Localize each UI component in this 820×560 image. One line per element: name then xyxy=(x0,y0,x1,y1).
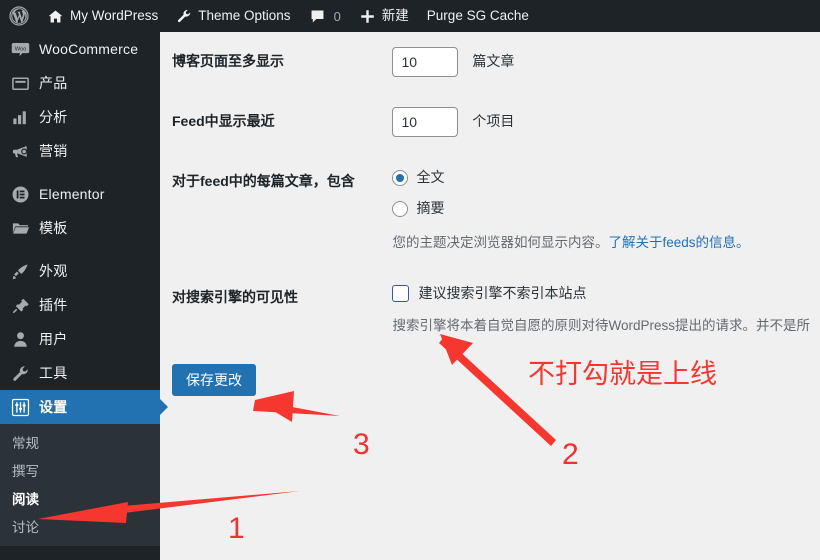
analytics-bars-icon xyxy=(10,107,30,127)
sidebar-item-tools[interactable]: 工具 xyxy=(0,356,160,390)
sidebar-item-analytics-label: 分析 xyxy=(39,110,67,124)
adminbar-purge-sg-cache[interactable]: Purge SG Cache xyxy=(418,0,538,32)
appearance-brush-icon xyxy=(10,261,30,281)
feed-option-excerpt[interactable]: 摘要 xyxy=(392,198,810,219)
feed-content-control: 全文 摘要 您的主题决定浏览器如何显示内容。了解关于feeds的信息。 xyxy=(382,152,820,268)
posts-per-page-control: 篇文章 xyxy=(382,32,820,92)
adminbar-purge-sg-cache-label: Purge SG Cache xyxy=(427,9,529,23)
adminbar-comments-count: 0 xyxy=(334,9,341,24)
sidebar-item-templates[interactable]: 模板 xyxy=(0,211,160,245)
posts-per-rss-control: 个项目 xyxy=(382,92,820,152)
setting-row-feed-content: 对于feed中的每篇文章，包含 全文 摘要 您的主题决定浏览器如何显示内容。了解… xyxy=(160,152,820,268)
sidebar-item-plugins-label: 插件 xyxy=(39,298,67,312)
setting-row-posts-per-page: 博客页面至多显示 篇文章 xyxy=(160,32,820,92)
posts-per-page-label: 博客页面至多显示 xyxy=(160,32,382,92)
adminbar-site-name-label: My WordPress xyxy=(70,9,158,23)
sidebar-item-templates-label: 模板 xyxy=(39,221,67,235)
submenu-item-writing[interactable]: 撰写 xyxy=(0,458,160,486)
settings-sliders-icon xyxy=(10,397,30,417)
radio-excerpt[interactable] xyxy=(392,201,408,217)
submenu-item-general[interactable]: 常规 xyxy=(0,430,160,458)
sidebar-item-settings[interactable]: 设置 xyxy=(0,390,160,424)
adminbar-new-content[interactable]: 新建 xyxy=(350,0,418,32)
sidebar-item-settings-label: 设置 xyxy=(39,400,67,414)
sidebar-item-woocommerce-label: WooCommerce xyxy=(39,42,138,56)
sidebar-item-users-label: 用户 xyxy=(39,332,67,346)
posts-per-rss-unit: 个项目 xyxy=(472,113,514,129)
sidebar-item-marketing[interactable]: 营销 xyxy=(0,134,160,168)
plus-icon xyxy=(359,8,376,25)
sidebar-item-elementor-label: Elementor xyxy=(39,187,105,201)
wordpress-logo-icon xyxy=(9,6,29,26)
posts-per-page-input[interactable] xyxy=(392,47,458,77)
search-visibility-checkbox-row[interactable]: 建议搜索引擎不索引本站点 xyxy=(392,283,810,304)
products-box-icon xyxy=(10,73,30,93)
submit-section: 保存更改 xyxy=(160,352,820,397)
sidebar-item-woocommerce[interactable]: Woo WooCommerce xyxy=(0,32,160,66)
admin-bar: My WordPress Theme Options 0 新建 Purge SG… xyxy=(0,0,820,32)
adminbar-comments[interactable]: 0 xyxy=(300,0,350,32)
marketing-megaphone-icon xyxy=(10,141,30,161)
sidebar-item-appearance[interactable]: 外观 xyxy=(0,254,160,288)
reading-settings-form: 博客页面至多显示 篇文章 Feed中显示最近 个项目 对于feed中的每篇文章，… xyxy=(160,32,820,352)
wrench-icon xyxy=(176,8,192,24)
feed-content-label: 对于feed中的每篇文章，包含 xyxy=(160,152,382,268)
templates-folder-icon xyxy=(10,218,30,238)
setting-row-posts-per-rss: Feed中显示最近 个项目 xyxy=(160,92,820,152)
sidebar-item-plugins[interactable]: 插件 xyxy=(0,288,160,322)
adminbar-site-name[interactable]: My WordPress xyxy=(38,0,167,32)
posts-per-rss-input[interactable] xyxy=(392,107,458,137)
discourage-search-engines-checkbox[interactable] xyxy=(392,285,409,302)
discourage-search-engines-label: 建议搜索引擎不索引本站点 xyxy=(418,283,586,304)
sidebar-item-appearance-label: 外观 xyxy=(39,264,67,278)
adminbar-theme-options[interactable]: Theme Options xyxy=(167,0,299,32)
adminbar-theme-options-label: Theme Options xyxy=(198,9,290,23)
setting-row-search-visibility: 对搜索引擎的可见性 建议搜索引擎不索引本站点 搜索引擎将本着自觉自愿的原则对待W… xyxy=(160,268,820,351)
radio-full-text[interactable] xyxy=(392,170,408,186)
feeds-info-link[interactable]: 了解关于feeds的信息。 xyxy=(608,235,749,250)
search-visibility-label: 对搜索引擎的可见性 xyxy=(160,268,382,351)
sidebar-item-analytics[interactable]: 分析 xyxy=(0,100,160,134)
sidebar-item-products[interactable]: 产品 xyxy=(0,66,160,100)
posts-per-rss-label: Feed中显示最近 xyxy=(160,92,382,152)
admin-sidebar-menu: Woo WooCommerce 产品 分析 xyxy=(0,32,160,560)
adminbar-wordpress-logo[interactable] xyxy=(0,0,38,32)
radio-excerpt-label: 摘要 xyxy=(416,198,444,219)
feed-content-description-text: 您的主题决定浏览器如何显示内容。 xyxy=(392,235,608,250)
users-person-icon xyxy=(10,329,30,349)
search-visibility-control: 建议搜索引擎不索引本站点 搜索引擎将本着自觉自愿的原则对待WordPress提出… xyxy=(382,268,820,351)
feed-option-full-text[interactable]: 全文 xyxy=(392,167,810,188)
comment-icon xyxy=(309,8,326,25)
plugins-plug-icon xyxy=(10,295,30,315)
submenu-item-discussion[interactable]: 讨论 xyxy=(0,514,160,542)
sidebar-item-users[interactable]: 用户 xyxy=(0,322,160,356)
search-visibility-description: 搜索引擎将本着自觉自愿的原则对待WordPress提出的请求。并不是所 xyxy=(392,316,810,336)
svg-text:Woo: Woo xyxy=(14,46,26,52)
sidebar-item-products-label: 产品 xyxy=(39,76,67,90)
settings-submenu: 常规 撰写 阅读 讨论 xyxy=(0,424,160,546)
radio-full-text-label: 全文 xyxy=(416,167,444,188)
home-icon xyxy=(47,8,64,25)
elementor-icon xyxy=(10,184,30,204)
woocommerce-icon: Woo xyxy=(10,39,30,59)
tools-wrench-icon xyxy=(10,363,30,383)
posts-per-page-unit: 篇文章 xyxy=(472,53,514,69)
sidebar-item-tools-label: 工具 xyxy=(39,366,67,380)
submenu-item-reading[interactable]: 阅读 xyxy=(0,486,160,514)
save-changes-button[interactable]: 保存更改 xyxy=(172,364,256,397)
main-content-area: 博客页面至多显示 篇文章 Feed中显示最近 个项目 对于feed中的每篇文章，… xyxy=(160,32,820,560)
sidebar-item-elementor[interactable]: Elementor xyxy=(0,177,160,211)
feed-content-description: 您的主题决定浏览器如何显示内容。了解关于feeds的信息。 xyxy=(392,233,810,253)
adminbar-new-content-label: 新建 xyxy=(382,9,409,23)
sidebar-item-marketing-label: 营销 xyxy=(39,144,67,158)
